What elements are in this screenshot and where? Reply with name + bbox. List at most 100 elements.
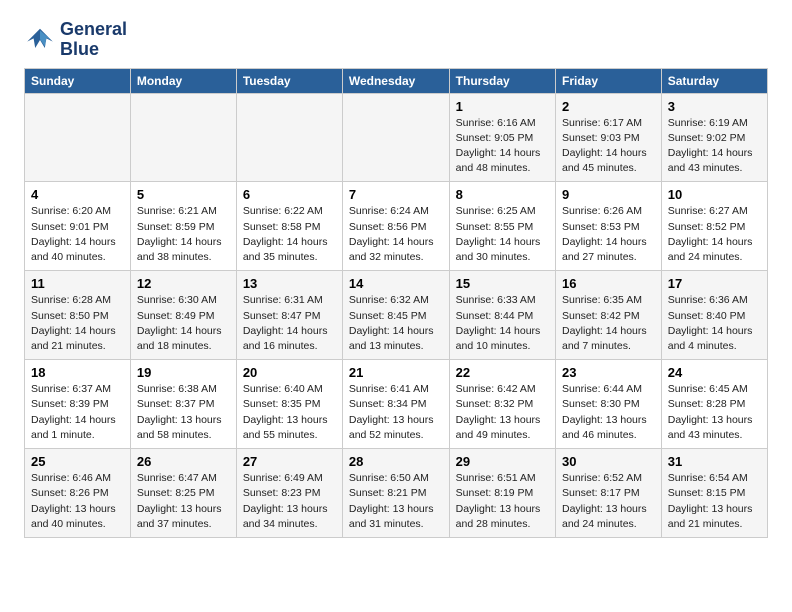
day-detail: Sunrise: 6:25 AM Sunset: 8:55 PM Dayligh… [456, 204, 549, 265]
day-number: 13 [243, 276, 336, 291]
calendar-cell: 30 Sunrise: 6:52 AM Sunset: 8:17 PM Dayli… [555, 449, 661, 538]
calendar-cell: 4 Sunrise: 6:20 AM Sunset: 9:01 PM Daylig… [25, 182, 131, 271]
day-detail: Sunrise: 6:41 AM Sunset: 8:34 PM Dayligh… [349, 382, 443, 443]
calendar-cell: 25 Sunrise: 6:46 AM Sunset: 8:26 PM Dayli… [25, 449, 131, 538]
day-number: 3 [668, 99, 761, 114]
day-detail: Sunrise: 6:24 AM Sunset: 8:56 PM Dayligh… [349, 204, 443, 265]
calendar-cell: 13Sunrise: 6:31 AM Sunset: 8:47 PM Dayli… [236, 271, 342, 360]
weekday-header-row: SundayMondayTuesdayWednesdayThursdayFrid… [25, 68, 768, 93]
calendar-week-2: 4 Sunrise: 6:20 AM Sunset: 9:01 PM Daylig… [25, 182, 768, 271]
day-detail: Sunrise: 6:47 AM Sunset: 8:25 PM Dayligh… [137, 471, 230, 532]
day-number: 19 [137, 365, 230, 380]
calendar-cell [25, 93, 131, 182]
day-number: 8 [456, 187, 549, 202]
day-detail: Sunrise: 6:28 AM Sunset: 8:50 PM Dayligh… [31, 293, 124, 354]
calendar-cell: 12 Sunrise: 6:30 AM Sunset: 8:49 PM Dayli… [130, 271, 236, 360]
day-detail: Sunrise: 6:30 AM Sunset: 8:49 PM Dayligh… [137, 293, 230, 354]
day-number: 10 [668, 187, 761, 202]
weekday-header-saturday: Saturday [661, 68, 767, 93]
day-number: 27 [243, 454, 336, 469]
day-detail: Sunrise: 6:44 AM Sunset: 8:30 PM Dayligh… [562, 382, 655, 443]
calendar-cell: 14Sunrise: 6:32 AM Sunset: 8:45 PM Dayli… [342, 271, 449, 360]
weekday-header-friday: Friday [555, 68, 661, 93]
calendar-cell: 23 Sunrise: 6:44 AM Sunset: 8:30 PM Dayli… [555, 360, 661, 449]
day-number: 26 [137, 454, 230, 469]
calendar-week-3: 11 Sunrise: 6:28 AM Sunset: 8:50 PM Dayli… [25, 271, 768, 360]
weekday-header-monday: Monday [130, 68, 236, 93]
day-number: 31 [668, 454, 761, 469]
day-number: 2 [562, 99, 655, 114]
day-detail: Sunrise: 6:22 AM Sunset: 8:58 PM Dayligh… [243, 204, 336, 265]
day-number: 15 [456, 276, 549, 291]
calendar-cell: 18Sunrise: 6:37 AM Sunset: 8:39 PM Dayli… [25, 360, 131, 449]
calendar-cell: 16 Sunrise: 6:35 AM Sunset: 8:42 PM Dayli… [555, 271, 661, 360]
calendar-cell: 17Sunrise: 6:36 AM Sunset: 8:40 PM Dayli… [661, 271, 767, 360]
calendar-cell: 24Sunrise: 6:45 AM Sunset: 8:28 PM Dayli… [661, 360, 767, 449]
weekday-header-thursday: Thursday [449, 68, 555, 93]
day-detail: Sunrise: 6:50 AM Sunset: 8:21 PM Dayligh… [349, 471, 443, 532]
day-detail: Sunrise: 6:40 AM Sunset: 8:35 PM Dayligh… [243, 382, 336, 443]
day-number: 4 [31, 187, 124, 202]
day-number: 11 [31, 276, 124, 291]
calendar-cell: 3 Sunrise: 6:19 AM Sunset: 9:02 PM Daylig… [661, 93, 767, 182]
calendar-cell [130, 93, 236, 182]
calendar-cell: 21 Sunrise: 6:41 AM Sunset: 8:34 PM Dayli… [342, 360, 449, 449]
day-number: 23 [562, 365, 655, 380]
day-number: 6 [243, 187, 336, 202]
day-number: 29 [456, 454, 549, 469]
calendar-cell: 20 Sunrise: 6:40 AM Sunset: 8:35 PM Dayli… [236, 360, 342, 449]
calendar-cell: 9Sunrise: 6:26 AM Sunset: 8:53 PM Daylig… [555, 182, 661, 271]
day-number: 28 [349, 454, 443, 469]
calendar-cell: 2 Sunrise: 6:17 AM Sunset: 9:03 PM Daylig… [555, 93, 661, 182]
day-detail: Sunrise: 6:16 AM Sunset: 9:05 PM Dayligh… [456, 116, 549, 177]
calendar-cell: 29 Sunrise: 6:51 AM Sunset: 8:19 PM Dayli… [449, 449, 555, 538]
logo: General Blue [24, 20, 127, 60]
calendar-cell: 15Sunrise: 6:33 AM Sunset: 8:44 PM Dayli… [449, 271, 555, 360]
calendar-cell [236, 93, 342, 182]
calendar-week-1: 1 Sunrise: 6:16 AM Sunset: 9:05 PM Daylig… [25, 93, 768, 182]
day-detail: Sunrise: 6:51 AM Sunset: 8:19 PM Dayligh… [456, 471, 549, 532]
day-number: 21 [349, 365, 443, 380]
calendar-cell: 22 Sunrise: 6:42 AM Sunset: 8:32 PM Dayli… [449, 360, 555, 449]
calendar-cell: 28 Sunrise: 6:50 AM Sunset: 8:21 PM Dayli… [342, 449, 449, 538]
day-number: 18 [31, 365, 124, 380]
day-detail: Sunrise: 6:26 AM Sunset: 8:53 PM Dayligh… [562, 204, 655, 265]
day-detail: Sunrise: 6:52 AM Sunset: 8:17 PM Dayligh… [562, 471, 655, 532]
calendar-cell: 26 Sunrise: 6:47 AM Sunset: 8:25 PM Dayli… [130, 449, 236, 538]
day-number: 17 [668, 276, 761, 291]
day-number: 30 [562, 454, 655, 469]
calendar-week-4: 18Sunrise: 6:37 AM Sunset: 8:39 PM Dayli… [25, 360, 768, 449]
day-detail: Sunrise: 6:19 AM Sunset: 9:02 PM Dayligh… [668, 116, 761, 177]
calendar-cell: 11 Sunrise: 6:28 AM Sunset: 8:50 PM Dayli… [25, 271, 131, 360]
day-number: 16 [562, 276, 655, 291]
calendar-cell: 19 Sunrise: 6:38 AM Sunset: 8:37 PM Dayli… [130, 360, 236, 449]
calendar-cell: 27 Sunrise: 6:49 AM Sunset: 8:23 PM Dayli… [236, 449, 342, 538]
day-detail: Sunrise: 6:17 AM Sunset: 9:03 PM Dayligh… [562, 116, 655, 177]
weekday-header-tuesday: Tuesday [236, 68, 342, 93]
calendar-table: SundayMondayTuesdayWednesdayThursdayFrid… [24, 68, 768, 538]
day-number: 22 [456, 365, 549, 380]
day-detail: Sunrise: 6:35 AM Sunset: 8:42 PM Dayligh… [562, 293, 655, 354]
calendar-cell: 8 Sunrise: 6:25 AM Sunset: 8:55 PM Daylig… [449, 182, 555, 271]
logo-icon [24, 24, 56, 56]
day-detail: Sunrise: 6:38 AM Sunset: 8:37 PM Dayligh… [137, 382, 230, 443]
calendar-cell: 31 Sunrise: 6:54 AM Sunset: 8:15 PM Dayli… [661, 449, 767, 538]
calendar-cell: 10 Sunrise: 6:27 AM Sunset: 8:52 PM Dayli… [661, 182, 767, 271]
day-detail: Sunrise: 6:45 AM Sunset: 8:28 PM Dayligh… [668, 382, 761, 443]
weekday-header-sunday: Sunday [25, 68, 131, 93]
day-detail: Sunrise: 6:27 AM Sunset: 8:52 PM Dayligh… [668, 204, 761, 265]
day-detail: Sunrise: 6:46 AM Sunset: 8:26 PM Dayligh… [31, 471, 124, 532]
day-number: 14 [349, 276, 443, 291]
logo-text: General Blue [60, 20, 127, 60]
day-number: 7 [349, 187, 443, 202]
day-number: 1 [456, 99, 549, 114]
day-number: 25 [31, 454, 124, 469]
day-detail: Sunrise: 6:54 AM Sunset: 8:15 PM Dayligh… [668, 471, 761, 532]
day-detail: Sunrise: 6:49 AM Sunset: 8:23 PM Dayligh… [243, 471, 336, 532]
weekday-header-wednesday: Wednesday [342, 68, 449, 93]
day-number: 12 [137, 276, 230, 291]
day-number: 20 [243, 365, 336, 380]
day-detail: Sunrise: 6:42 AM Sunset: 8:32 PM Dayligh… [456, 382, 549, 443]
day-detail: Sunrise: 6:20 AM Sunset: 9:01 PM Dayligh… [31, 204, 124, 265]
calendar-cell: 1 Sunrise: 6:16 AM Sunset: 9:05 PM Daylig… [449, 93, 555, 182]
